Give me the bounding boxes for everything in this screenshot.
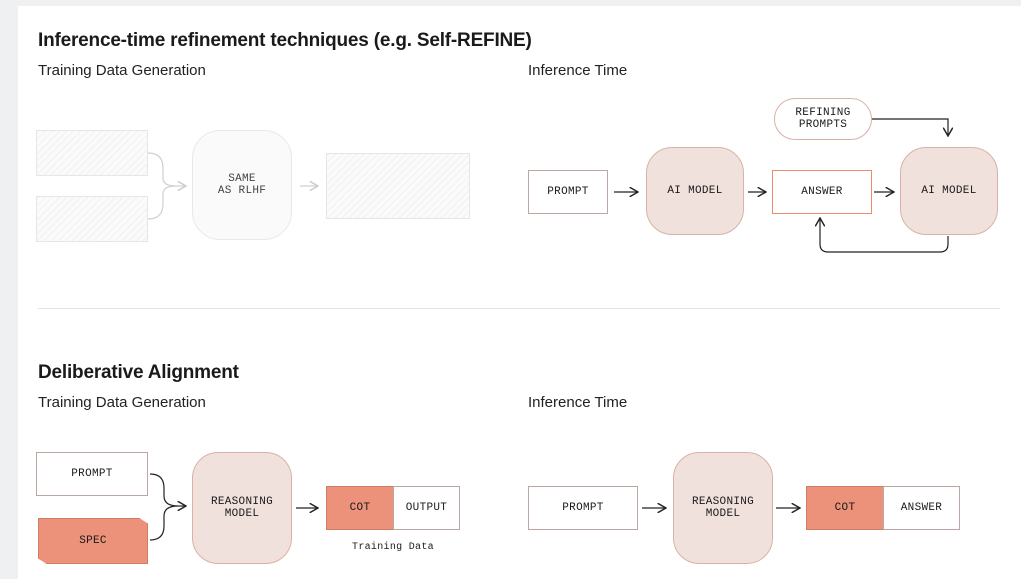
connector-layer (147, 118, 1021, 541)
s2-brace (149, 473, 179, 541)
arrow-refining-to-model (872, 118, 948, 136)
ghost-brace (147, 152, 318, 220)
diagram-canvas: Inference-time refinement techniques (e.… (18, 6, 1021, 579)
arrow-feedback-loop (820, 218, 949, 253)
